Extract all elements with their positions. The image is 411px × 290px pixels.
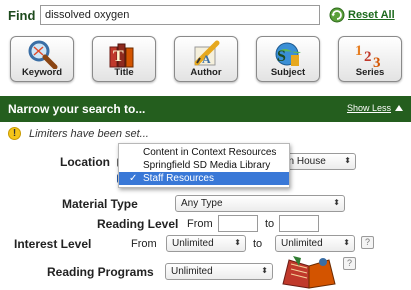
reading-level-to: to: [265, 218, 275, 230]
svg-text:1: 1: [355, 43, 363, 59]
svg-text:2: 2: [364, 49, 372, 65]
limiters-text: Limiters have been set...: [29, 127, 149, 140]
collapse-triangle-icon: [395, 105, 403, 111]
select-arrows-icon: ⬍: [343, 238, 350, 247]
subject-button[interactable]: S Subject: [256, 36, 320, 82]
interest-level-from-select[interactable]: Unlimited ⬍: [166, 235, 246, 252]
numbers-icon: 1 2 3: [355, 43, 381, 69]
books-icon: T: [109, 43, 134, 68]
select-arrows-icon: ⬍: [261, 266, 268, 275]
menu-item-label: Content in Context Resources: [143, 147, 277, 158]
svg-text:S: S: [277, 48, 286, 65]
reset-icon: [329, 7, 345, 23]
location-dropdown-menu: Content in Context Resources Springfield…: [118, 143, 290, 188]
subject-icon: S: [275, 42, 301, 66]
magnifier-icon: [28, 40, 58, 69]
open-book-icon: [282, 256, 336, 289]
svg-text:A: A: [202, 52, 211, 66]
series-label: Series: [355, 67, 385, 78]
select-arrows-icon: ⬍: [344, 156, 351, 165]
material-type-select[interactable]: Any Type ⬍: [175, 195, 345, 212]
menu-item-staff-resources[interactable]: ✓ Staff Resources: [119, 172, 289, 185]
subject-label: Subject: [270, 67, 306, 78]
location-label: Location: [60, 155, 110, 169]
keyword-button[interactable]: Keyword: [10, 36, 74, 82]
author-button[interactable]: A Author: [174, 36, 238, 82]
narrow-title: Narrow your search to...: [8, 102, 146, 116]
reading-level-label: Reading Level: [97, 217, 179, 231]
menu-item-label: Staff Resources: [143, 173, 214, 184]
limiters-notice: ! Limiters have been set...: [8, 127, 149, 140]
reading-level-from-input[interactable]: [218, 215, 258, 232]
reading-programs-help-icon[interactable]: ?: [343, 257, 356, 270]
series-button[interactable]: 1 2 3 Series: [338, 36, 402, 82]
reading-programs-select[interactable]: Unlimited ⬍: [165, 263, 273, 280]
material-type-value: Any Type: [181, 198, 223, 209]
reset-all-button[interactable]: Reset All: [329, 7, 395, 23]
reading-level-from: From: [187, 218, 213, 230]
checkmark-icon: ✓: [129, 173, 138, 184]
reset-all-label: Reset All: [348, 9, 395, 21]
title-label: Title: [114, 67, 134, 78]
show-less-link[interactable]: Show Less: [347, 103, 403, 113]
search-type-buttons: Keyword T Title A Author S Subject 1 2 3…: [0, 36, 411, 84]
interest-level-help-icon[interactable]: ?: [361, 236, 374, 249]
interest-level-from: From: [131, 238, 157, 250]
author-label: Author: [190, 67, 222, 78]
svg-text:T: T: [113, 48, 124, 65]
interest-level-label: Interest Level: [14, 237, 92, 251]
show-less-label: Show Less: [346, 103, 391, 113]
interest-level-to: to: [253, 238, 263, 250]
reading-programs-label: Reading Programs: [47, 265, 154, 279]
find-row: Find Reset All: [0, 0, 411, 30]
keyword-label: Keyword: [21, 67, 63, 78]
interest-level-from-value: Unlimited: [172, 238, 214, 249]
narrow-search-header: Narrow your search to... Show Less: [0, 96, 411, 122]
interest-level-to-value: Unlimited: [281, 238, 323, 249]
menu-item-springfield-sd[interactable]: Springfield SD Media Library: [119, 159, 289, 172]
find-label: Find: [8, 8, 36, 23]
interest-level-to-select[interactable]: Unlimited ⬍: [275, 235, 355, 252]
search-input[interactable]: [40, 5, 320, 25]
select-arrows-icon: ⬍: [333, 198, 340, 207]
material-type-label: Material Type: [62, 197, 138, 211]
pencil-paper-icon: A: [194, 40, 220, 66]
menu-item-content-in-context[interactable]: Content in Context Resources: [119, 146, 289, 159]
warning-icon: !: [8, 127, 21, 140]
title-button[interactable]: T Title: [92, 36, 156, 82]
select-arrows-icon: ⬍: [234, 238, 241, 247]
menu-item-label: Springfield SD Media Library: [143, 160, 271, 171]
reading-level-to-input[interactable]: [279, 215, 319, 232]
reading-programs-value: Unlimited: [171, 266, 213, 277]
